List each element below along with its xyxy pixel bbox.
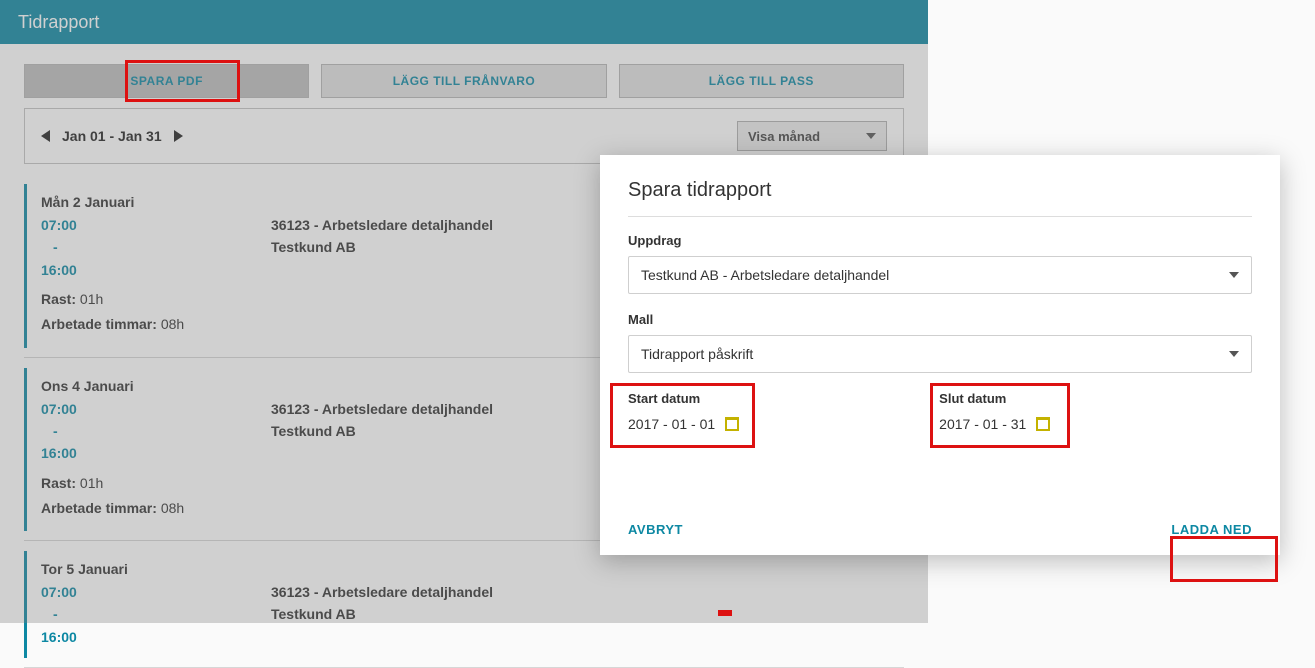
worked-value: 08h: [161, 316, 184, 332]
prev-period-icon[interactable]: [41, 130, 50, 142]
view-mode-label: Visa månad: [748, 129, 820, 144]
modal-title: Spara tidrapport: [628, 179, 1252, 217]
worked-label: Arbetade timmar:: [41, 316, 157, 332]
end-date-value: 2017 - 01 - 31: [939, 416, 1026, 432]
save-report-modal: Spara tidrapport Uppdrag Testkund AB - A…: [600, 155, 1280, 555]
time-separator: -: [41, 236, 271, 258]
template-value: Tidrapport påskrift: [641, 346, 753, 362]
day-times: 07:00 - 16:00: [41, 398, 271, 465]
start-time[interactable]: 07:00: [41, 398, 271, 420]
chevron-down-icon: [866, 133, 876, 139]
worked-value: 08h: [161, 500, 184, 516]
template-select[interactable]: Tidrapport påskrift: [628, 335, 1252, 373]
day-job: 36123 - Arbetsledare detaljhandel Testku…: [271, 581, 493, 648]
end-date-label: Slut datum: [939, 391, 1050, 406]
next-period-icon[interactable]: [174, 130, 183, 142]
add-absence-button[interactable]: LÄGG TILL FRÅNVARO: [321, 64, 606, 98]
add-shift-button[interactable]: LÄGG TILL PASS: [619, 64, 904, 98]
save-pdf-button[interactable]: SPARA PDF: [24, 64, 309, 98]
start-date-picker[interactable]: 2017 - 01 - 01: [628, 416, 739, 432]
chevron-down-icon: [1229, 351, 1239, 357]
calendar-icon: [725, 417, 739, 431]
job-line2: Testkund AB: [271, 420, 493, 442]
page-title: Tidrapport: [0, 0, 928, 44]
start-date-label: Start datum: [628, 391, 739, 406]
template-label: Mall: [628, 312, 1252, 327]
assignment-value: Testkund AB - Arbetsledare detaljhandel: [641, 267, 889, 283]
assignment-select[interactable]: Testkund AB - Arbetsledare detaljhandel: [628, 256, 1252, 294]
download-button[interactable]: LADDA NED: [1171, 522, 1252, 537]
calendar-icon: [1036, 417, 1050, 431]
rest-value: 01h: [80, 475, 103, 491]
indicator-mark: [718, 610, 732, 616]
assignment-label: Uppdrag: [628, 233, 1252, 248]
rest-value: 01h: [80, 291, 103, 307]
start-date-value: 2017 - 01 - 01: [628, 416, 715, 432]
end-time[interactable]: 16:00: [41, 626, 271, 648]
job-line1: 36123 - Arbetsledare detaljhandel: [271, 214, 493, 236]
view-mode-select[interactable]: Visa månad: [737, 121, 887, 151]
rest-label: Rast:: [41, 475, 76, 491]
end-time[interactable]: 16:00: [41, 442, 271, 464]
job-line1: 36123 - Arbetsledare detaljhandel: [271, 581, 493, 603]
end-time[interactable]: 16:00: [41, 259, 271, 281]
job-line1: 36123 - Arbetsledare detaljhandel: [271, 398, 493, 420]
day-times: 07:00 - 16:00: [41, 214, 271, 281]
time-separator: -: [41, 420, 271, 442]
job-line2: Testkund AB: [271, 236, 493, 258]
cancel-button[interactable]: AVBRYT: [628, 522, 683, 537]
chevron-down-icon: [1229, 272, 1239, 278]
day-entry: Tor 5 Januari 07:00 - 16:00 36123 - Arbe…: [24, 551, 904, 658]
worked-label: Arbetade timmar:: [41, 500, 157, 516]
start-time[interactable]: 07:00: [41, 214, 271, 236]
toolbar: SPARA PDF LÄGG TILL FRÅNVARO LÄGG TILL P…: [0, 44, 928, 108]
day-job: 36123 - Arbetsledare detaljhandel Testku…: [271, 214, 493, 281]
day-times: 07:00 - 16:00: [41, 581, 271, 648]
rest-label: Rast:: [41, 291, 76, 307]
day-job: 36123 - Arbetsledare detaljhandel Testku…: [271, 398, 493, 465]
start-time[interactable]: 07:00: [41, 581, 271, 603]
day-name: Tor 5 Januari: [41, 561, 904, 577]
end-date-picker[interactable]: 2017 - 01 - 31: [939, 416, 1050, 432]
date-range-text: Jan 01 - Jan 31: [62, 128, 162, 144]
